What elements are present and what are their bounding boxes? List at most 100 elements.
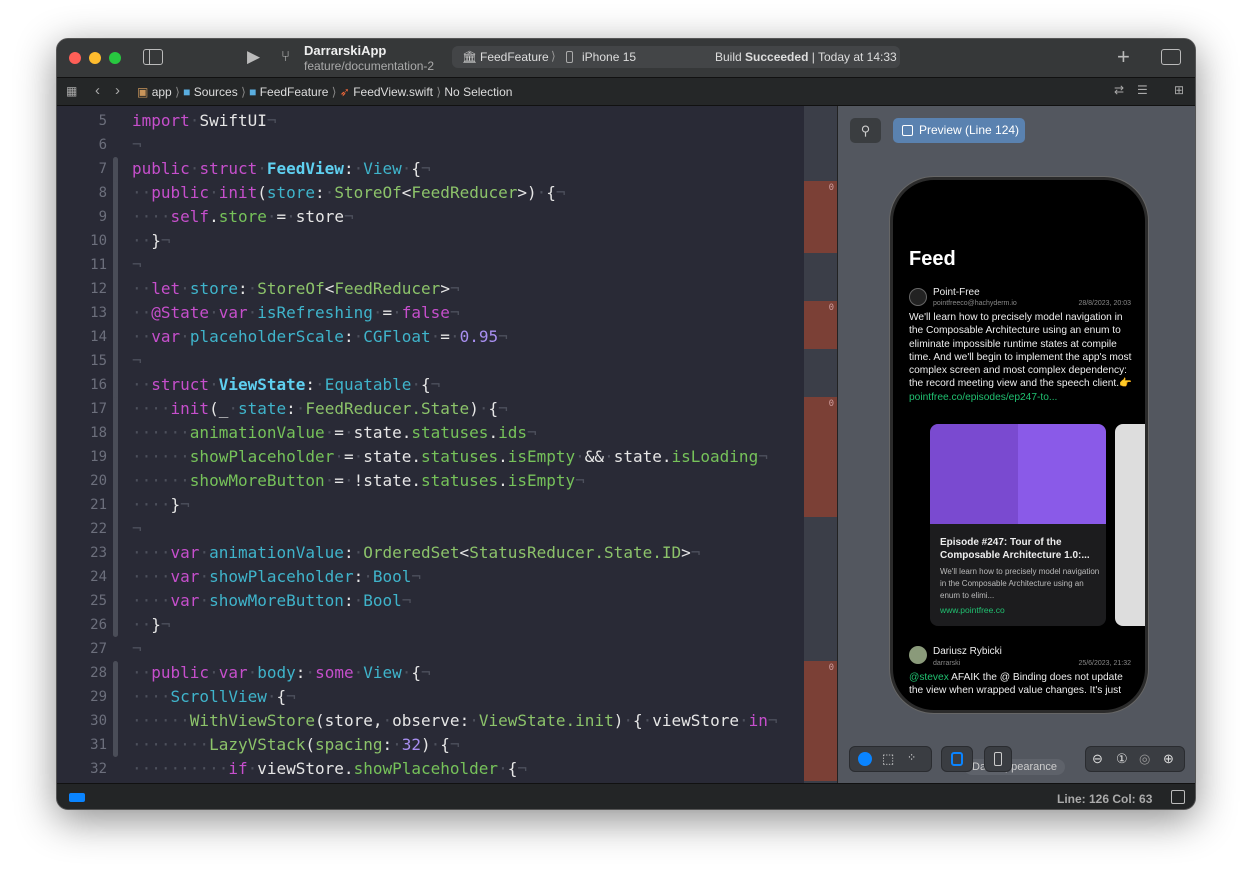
code-line[interactable]: 10 ··}¬	[57, 229, 804, 253]
zoom-fit-icon[interactable]: ◎	[1139, 751, 1150, 767]
code-line[interactable]: 28 ··public·var·body:·some·View·{¬	[57, 661, 804, 685]
related-items-icon[interactable]: ⇄	[1114, 83, 1124, 97]
breadcrumb-file[interactable]: FeedView.swift	[353, 85, 433, 99]
line-number: 23	[90, 545, 107, 561]
preview-mode-group: ⬚ ⁘	[849, 746, 932, 772]
close-button[interactable]	[69, 52, 81, 64]
code-text: ····var·showMoreButton:·Bool¬	[132, 591, 412, 610]
code-line[interactable]: 18 ······animationValue·=·state.statuses.…	[57, 421, 804, 445]
code-line[interactable]: 13 ··@State·var·isRefreshing·=·false¬	[57, 301, 804, 325]
code-line[interactable]: 31 ········LazyVStack(spacing:·32)·{¬	[57, 733, 804, 757]
code-line[interactable]: 8 ··public·init(store:·StoreOf<FeedReduce…	[57, 181, 804, 205]
code-text: ¬	[132, 255, 142, 274]
line-number: 27	[90, 641, 107, 657]
line-number: 29	[90, 689, 107, 705]
code-text: ····}¬	[132, 495, 190, 514]
toolbar: ▶ ⑂ DarrarskiApp feature/documentation-2…	[57, 39, 1195, 77]
breadcrumb-feedfeature[interactable]: FeedFeature	[260, 85, 329, 99]
branch-name[interactable]: feature/documentation-2	[304, 59, 434, 73]
forward-button[interactable]: ›	[115, 82, 120, 99]
code-line[interactable]: 17 ····init(_·state:·FeedReducer.State)·{…	[57, 397, 804, 421]
back-button[interactable]: ‹	[95, 82, 100, 99]
fold-indicator[interactable]	[113, 181, 118, 229]
zoom-in-icon[interactable]: ⊕	[1163, 751, 1174, 767]
code-text: ··struct·ViewState:·Equatable·{¬	[132, 375, 441, 394]
code-text: ¬	[132, 135, 142, 154]
scheme-selector[interactable]: FeedFeature	[480, 50, 549, 64]
line-number: 7	[98, 161, 107, 177]
preview-icon	[902, 125, 913, 136]
code-line[interactable]: 6 ¬	[57, 133, 804, 157]
fold-indicator[interactable]	[113, 397, 118, 493]
fold-indicator[interactable]	[113, 661, 118, 757]
link-card[interactable]: Episode #247: Tour of the Composable Arc…	[930, 424, 1106, 626]
project-name[interactable]: DarrarskiApp	[304, 43, 386, 58]
editor-options-icon[interactable]: ☰	[1137, 83, 1148, 97]
code-text: ··public·var·body:·some·View·{¬	[132, 663, 431, 682]
code-line[interactable]: 32 ··········if·viewStore.showPlaceholder…	[57, 757, 804, 781]
iphone-preview[interactable]: Feed Point-Free pointfreeco@hachyderm.io…	[890, 177, 1148, 713]
selectable-mode-icon[interactable]: ⬚	[882, 751, 894, 767]
code-line[interactable]: 23 ····var·animationValue:·OrderedSet<Sta…	[57, 541, 804, 565]
zoom-100-icon[interactable]: ①	[1116, 751, 1128, 767]
debug-area-icon[interactable]	[69, 793, 85, 802]
add-icon[interactable]: +	[1117, 44, 1130, 70]
code-line[interactable]: 26 ··}¬	[57, 613, 804, 637]
activity-bar: 🏛 FeedFeature ⟩ iPhone 15 Build Succeede…	[452, 46, 900, 68]
code-text: ········LazyVStack(spacing:·32)·{¬	[132, 735, 460, 754]
code-text: ··}¬	[132, 615, 171, 634]
code-line[interactable]: 7 public·struct·FeedView:·View·{¬	[57, 157, 804, 181]
code-text: ····var·animationValue:·OrderedSet<Statu…	[132, 543, 701, 562]
run-button[interactable]: ▶	[247, 47, 260, 67]
code-line[interactable]: 5 import·SwiftUI¬	[57, 109, 804, 133]
next-card[interactable]	[1115, 424, 1145, 626]
code-line[interactable]: 19 ······showPlaceholder·=·state.statuses…	[57, 445, 804, 469]
inspector-toggle-icon[interactable]	[1161, 49, 1181, 65]
code-line[interactable]: 25 ····var·showMoreButton:·Bool¬	[57, 589, 804, 613]
code-editor[interactable]: 5 import·SwiftUI¬ 6 ¬ 7 public·struct·FeedVie…	[57, 106, 804, 783]
code-line[interactable]: 9 ····self.store·=·store¬	[57, 205, 804, 229]
code-line[interactable]: 21 ····}¬	[57, 493, 804, 517]
device-button[interactable]	[984, 746, 1012, 772]
pin-button[interactable]: ⚲	[850, 118, 881, 143]
cursor-position: Line: 126 Col: 63	[1057, 792, 1153, 806]
add-editor-icon[interactable]: ⊞	[1174, 83, 1184, 97]
line-number: 17	[90, 401, 107, 417]
breadcrumb-sources[interactable]: Sources	[194, 85, 238, 99]
code-line[interactable]: 15 ¬	[57, 349, 804, 373]
toggle-debug-icon[interactable]	[1171, 790, 1185, 804]
code-line[interactable]: 27 ¬	[57, 637, 804, 661]
grid-icon[interactable]: ▦	[66, 84, 77, 98]
line-number: 13	[90, 305, 107, 321]
breadcrumb-app[interactable]: app	[152, 85, 172, 99]
post-handle: darrarski	[933, 660, 961, 667]
device-settings-button[interactable]	[941, 746, 973, 772]
line-number: 21	[90, 497, 107, 513]
branch-icon: ⑂	[281, 48, 291, 65]
breadcrumb: ▣ app ⟩ ■ Sources ⟩ ■ FeedFeature ⟩ ➶ Fe…	[137, 85, 513, 99]
code-line[interactable]: 16 ··struct·ViewState:·Equatable·{¬	[57, 373, 804, 397]
variants-icon[interactable]: ⁘	[907, 751, 916, 764]
line-number: 12	[90, 281, 107, 297]
code-line[interactable]: 30 ······WithViewStore(store,·observe:·Vi…	[57, 709, 804, 733]
code-text: ··let·store:·StoreOf<FeedReducer>¬	[132, 279, 460, 298]
zoom-button[interactable]	[109, 52, 121, 64]
breadcrumb-selection[interactable]: No Selection	[444, 85, 512, 99]
code-line[interactable]: 12 ··let·store:·StoreOf<FeedReducer>¬	[57, 277, 804, 301]
code-line[interactable]: 24 ····var·showPlaceholder:·Bool¬	[57, 565, 804, 589]
code-line[interactable]: 11 ¬	[57, 253, 804, 277]
zoom-out-icon[interactable]: ⊖	[1092, 751, 1103, 767]
code-line[interactable]: 20 ······showMoreButton·=·!state.statuses…	[57, 469, 804, 493]
preview-button[interactable]: Preview (Line 124)	[893, 118, 1025, 143]
sidebar-toggle-icon[interactable]	[143, 49, 163, 65]
post-link[interactable]: pointfree.co/episodes/ep247-to...	[909, 392, 1057, 403]
device-selector[interactable]: iPhone 15	[582, 50, 636, 64]
code-text: ··········if·viewStore.showPlaceholder·{…	[132, 759, 527, 778]
line-number: 19	[90, 449, 107, 465]
minimize-button[interactable]	[89, 52, 101, 64]
live-mode-icon[interactable]	[858, 752, 872, 766]
code-line[interactable]: 14 ··var·placeholderScale:·CGFloat·=·0.95…	[57, 325, 804, 349]
code-line[interactable]: 29 ····ScrollView·{¬	[57, 685, 804, 709]
code-line[interactable]: 22 ¬	[57, 517, 804, 541]
line-number: 15	[90, 353, 107, 369]
